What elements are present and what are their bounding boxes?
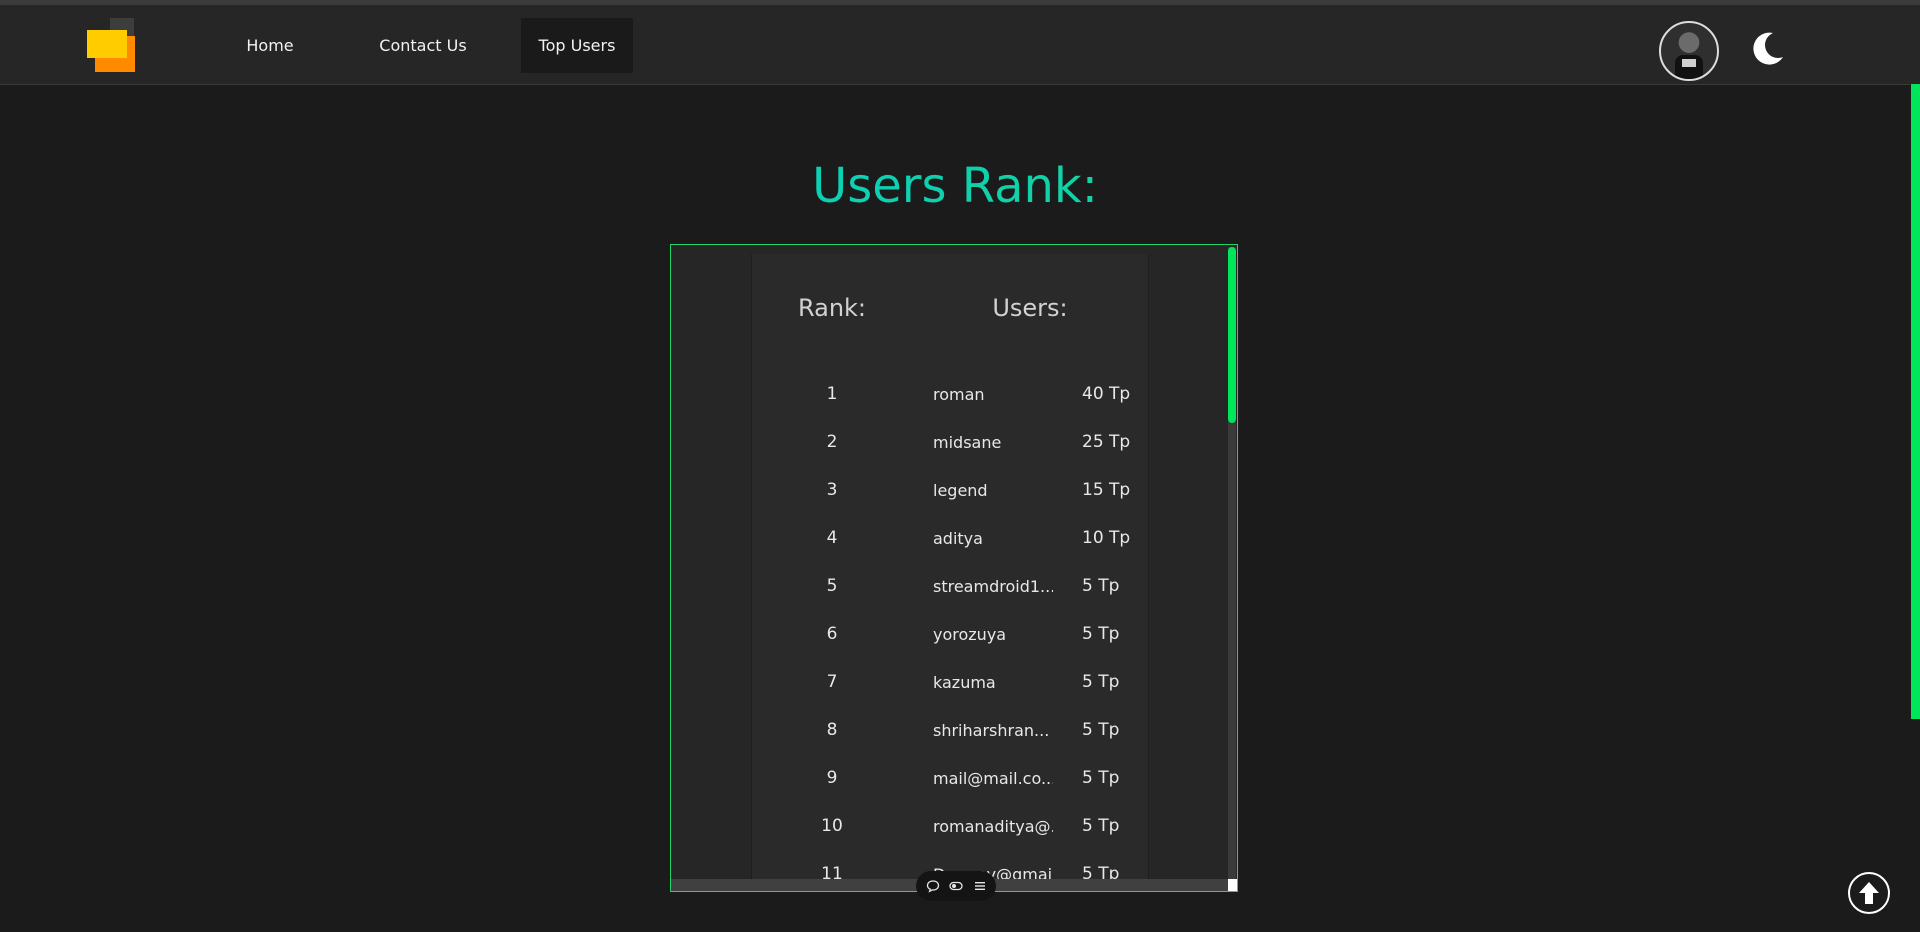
user-name[interactable]: midsane (933, 433, 1053, 452)
user-avatar[interactable] (1659, 21, 1719, 81)
user-points: 40 Tp (1082, 384, 1131, 404)
nav-home[interactable]: Home (226, 18, 314, 73)
user-points: 15 Tp (1082, 480, 1131, 500)
user-points: 10 Tp (1082, 528, 1131, 548)
floating-toolbar (916, 871, 996, 901)
user-points: 5 Tp (1082, 672, 1120, 692)
users-column: Users: roman 40 Tp midsane 25 Tp legend 15 Tp… (912, 254, 1149, 884)
user-name[interactable]: kazuma (933, 673, 1053, 692)
user-points: 5 Tp (1082, 720, 1120, 740)
user-name[interactable]: legend (933, 481, 1053, 500)
toggle-icon[interactable] (949, 879, 963, 893)
rank-number: 9 (826, 768, 838, 788)
rank-number: 1 (826, 384, 838, 404)
page-scroll-thumb[interactable] (1911, 84, 1920, 719)
rank-number: 7 (826, 672, 838, 692)
rank-column: Rank: 1 2 3 4 5 6 7 8 9 10 11 (751, 254, 913, 884)
user-points: 5 Tp (1082, 624, 1120, 644)
nav-contact-us[interactable]: Contact Us (366, 18, 480, 73)
moon-icon[interactable] (1745, 27, 1789, 71)
arrow-up-icon (1859, 882, 1879, 904)
menu-icon[interactable] (973, 879, 987, 893)
page-title: Users Rank: (0, 158, 1910, 214)
rank-table-panel[interactable]: Rank: 1 2 3 4 5 6 7 8 9 10 11 Users: roman 40 Tp mid… (670, 244, 1238, 892)
chat-icon[interactable] (926, 879, 940, 893)
rank-header: Rank: (797, 294, 867, 322)
rank-number: 2 (826, 432, 838, 452)
rank-number: 3 (826, 480, 838, 500)
user-name[interactable]: streamdroid1... (933, 577, 1053, 596)
rank-number: 4 (826, 528, 838, 548)
rank-number: 6 (826, 624, 838, 644)
logo-icon[interactable] (87, 18, 147, 78)
user-points: 5 Tp (1082, 816, 1120, 836)
user-points: 5 Tp (1082, 576, 1120, 596)
user-name[interactable]: shriharshran... (933, 721, 1053, 740)
nav-top-users[interactable]: Top Users (521, 18, 633, 73)
user-points: 5 Tp (1082, 768, 1120, 788)
user-name[interactable]: roman (933, 385, 1053, 404)
rank-number: 8 (826, 720, 838, 740)
rank-number: 5 (826, 576, 838, 596)
user-name[interactable]: yorozuya (933, 625, 1053, 644)
scroll-to-top-button[interactable] (1848, 872, 1890, 914)
user-name[interactable]: romanaditya@... (933, 817, 1053, 836)
users-header: Users: (992, 294, 1068, 322)
scroll-corner (1228, 879, 1237, 891)
navbar: Home Contact Us Top Users (0, 5, 1920, 85)
vertical-scroll-thumb[interactable] (1228, 247, 1236, 423)
rank-number: 10 (821, 816, 843, 836)
user-name[interactable]: mail@mail.co... (933, 769, 1053, 788)
user-name[interactable]: aditya (933, 529, 1053, 548)
user-points: 25 Tp (1082, 432, 1131, 452)
